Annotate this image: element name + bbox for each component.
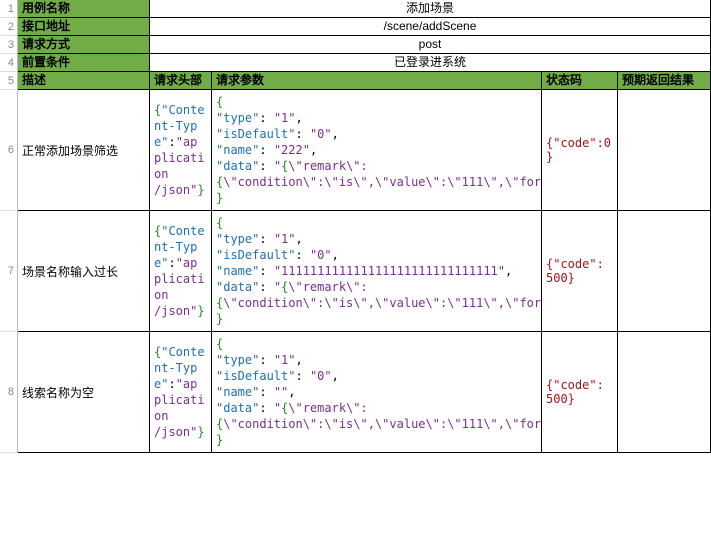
- cell-expected: [618, 211, 711, 332]
- header-value: /scene/addScene: [150, 18, 711, 36]
- row-num: 5: [0, 72, 18, 90]
- col-desc: 描述: [18, 72, 150, 90]
- cell-status-code: {"code":0}: [542, 90, 618, 211]
- cell-request-params: { "type": "1", "isDefault": "0", "name":…: [212, 332, 542, 453]
- col-status: 状态码: [542, 72, 618, 90]
- cell-status-code: {"code":500}: [542, 211, 618, 332]
- row-num: 3: [0, 36, 18, 54]
- cell-expected: [618, 90, 711, 211]
- row-num: 8: [0, 332, 18, 453]
- col-reqparam: 请求参数: [212, 72, 542, 90]
- row-num: 4: [0, 54, 18, 72]
- header-value: 已登录进系统: [150, 54, 711, 72]
- cell-status-code: {"code":500}: [542, 332, 618, 453]
- col-expect: 预期返回结果: [618, 72, 711, 90]
- cell-request-params: { "type": "1", "isDefault": "0", "name":…: [212, 211, 542, 332]
- row-num: 7: [0, 211, 18, 332]
- cell-request-header: {"Content-Type":"application/json"}: [150, 90, 212, 211]
- header-label: 前置条件: [18, 54, 150, 72]
- cell-expected: [618, 332, 711, 453]
- header-label: 请求方式: [18, 36, 150, 54]
- header-value: 添加场景: [150, 0, 711, 18]
- header-value: post: [150, 36, 711, 54]
- spreadsheet: 1 用例名称 添加场景 2 接口地址 /scene/addScene 3 请求方…: [0, 0, 711, 453]
- row-num: 1: [0, 0, 18, 18]
- cell-desc: 场景名称输入过长: [18, 211, 150, 332]
- cell-request-params: { "type": "1", "isDefault": "0", "name":…: [212, 90, 542, 211]
- cell-desc: 正常添加场景筛选: [18, 90, 150, 211]
- cell-request-header: {"Content-Type":"application/json"}: [150, 332, 212, 453]
- row-num: 6: [0, 90, 18, 211]
- row-num: 2: [0, 18, 18, 36]
- header-label: 用例名称: [18, 0, 150, 18]
- cell-request-header: {"Content-Type":"application/json"}: [150, 211, 212, 332]
- cell-desc: 线索名称为空: [18, 332, 150, 453]
- header-label: 接口地址: [18, 18, 150, 36]
- col-reqhdr: 请求头部: [150, 72, 212, 90]
